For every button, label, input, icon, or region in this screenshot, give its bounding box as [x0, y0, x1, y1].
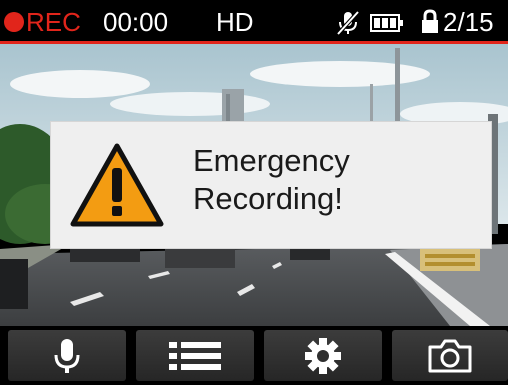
status-bar: REC 00:00 HD 2/15	[0, 0, 508, 44]
rec-label: REC	[26, 7, 81, 37]
mic-off-icon	[336, 10, 360, 36]
camera-icon	[428, 339, 472, 372]
lock-icon	[422, 9, 438, 33]
record-dot-icon	[4, 12, 24, 32]
dialog-message: Emergency Recording!	[193, 143, 350, 216]
warning-icon	[70, 143, 164, 227]
menu-button[interactable]	[136, 330, 254, 381]
microphone-icon	[54, 338, 80, 373]
bottom-toolbar	[0, 326, 508, 385]
gear-icon	[305, 337, 341, 374]
video-quality: HD	[216, 7, 254, 37]
settings-button[interactable]	[264, 330, 382, 381]
list-icon	[169, 341, 221, 370]
recording-time: 00:00	[103, 7, 169, 37]
emergency-recording-dialog: Emergency Recording!	[51, 122, 491, 248]
battery-icon	[370, 14, 403, 32]
snapshot-button[interactable]	[392, 330, 508, 381]
protected-file-count: 2/15	[443, 7, 494, 37]
microphone-button[interactable]	[8, 330, 126, 381]
dashcam-screen: REC 00:00 HD 2/15 Emergency Recording!	[0, 0, 508, 385]
